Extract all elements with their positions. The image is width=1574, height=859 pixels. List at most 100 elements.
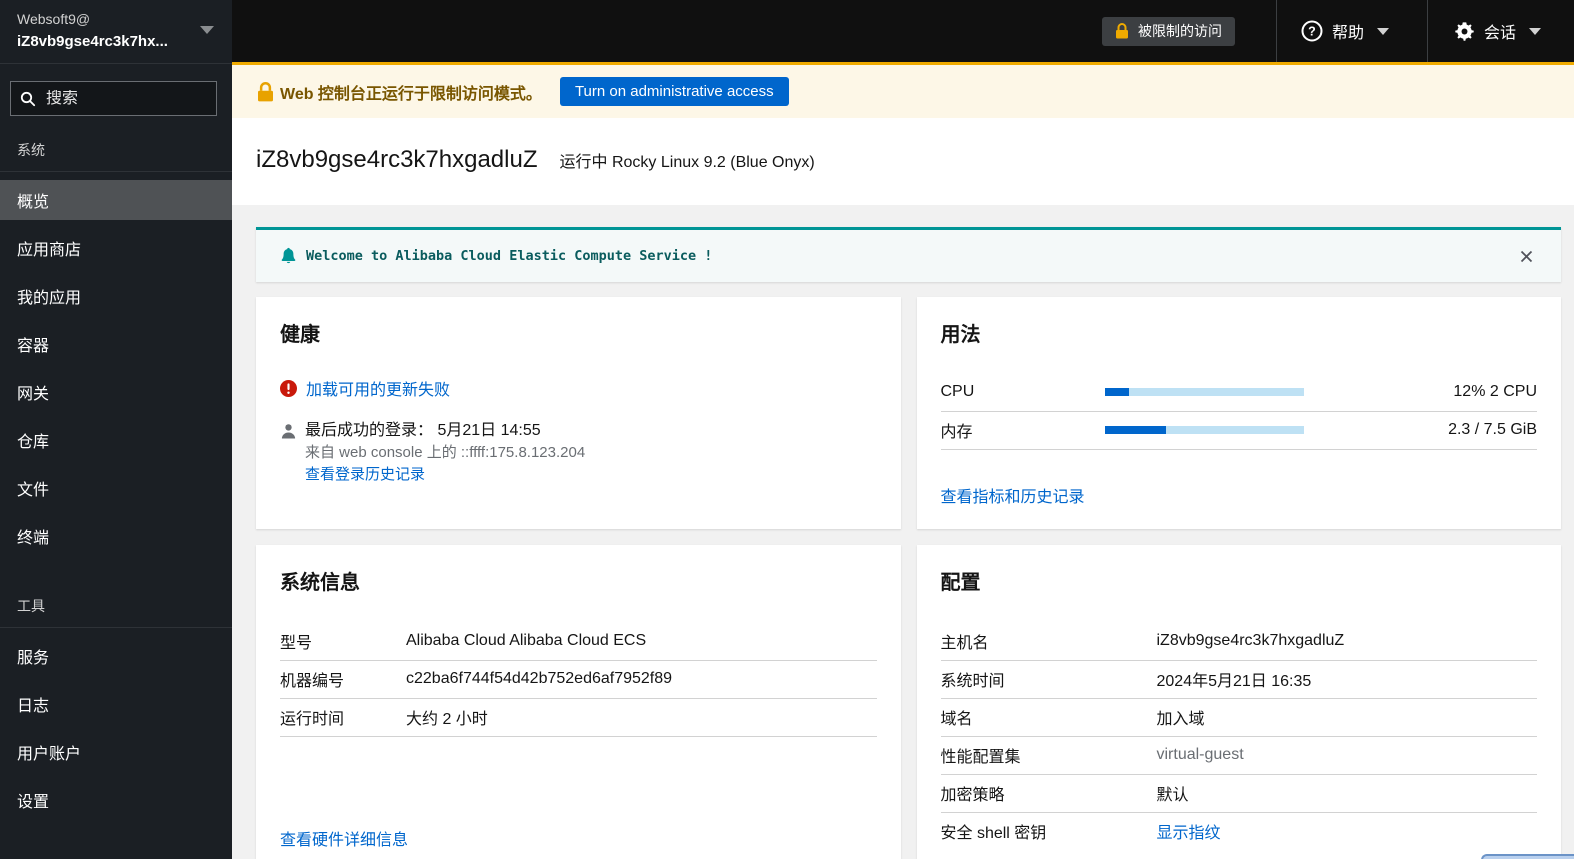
usage-card-title: 用法 [940, 324, 981, 346]
tooltip-artifact [1481, 854, 1574, 859]
turn-on-admin-access-button[interactable]: Turn on administrative access [559, 77, 789, 106]
ssh-keys-label: 安全 shell 密钥 [940, 825, 1047, 843]
sidebar-item-logs[interactable]: 日志 [0, 684, 232, 724]
usage-card: 用法 CPU 12% 2 CPU 内存 2.3 / 7.5 GiB 查看指标和历… [916, 297, 1561, 529]
help-icon: ? [1301, 20, 1323, 42]
sidebar-item-services[interactable]: 服务 [0, 636, 232, 676]
table-row: 系统时间 2024年5月21日 16:35 [940, 660, 1537, 699]
session-menu[interactable]: 会话 [1428, 0, 1574, 62]
app: Websoft9@ iZ8vb9gse4rc3k7hx... 系统 概览 应用商… [0, 0, 1574, 859]
gear-icon [1455, 21, 1474, 41]
crypto-policy-value: 默认 [1156, 774, 1537, 813]
hostname-label: 主机名 [940, 622, 1157, 661]
session-label: 会话 [1483, 25, 1516, 42]
content: Welcome to Alibaba Cloud Elastic Compute… [232, 205, 1574, 859]
crypto-policy-label: 加密策略 [940, 774, 1157, 813]
show-fingerprints-link[interactable]: 显示指纹 [1157, 825, 1221, 842]
system-time-label: 系统时间 [940, 660, 1157, 699]
performance-profile-label: 性能配置集 [940, 736, 1157, 775]
nav-section-title-system: 系统 [0, 142, 232, 172]
uptime-label: 运行时间 [280, 698, 406, 737]
domain-label: 域名 [940, 698, 1157, 737]
hardware-details-link[interactable]: 查看硬件详细信息 [280, 826, 408, 850]
restricted-access-badge[interactable]: 被限制的访问 [1101, 16, 1235, 46]
configuration-card-title: 配置 [940, 572, 981, 594]
sidebar-item-accounts[interactable]: 用户账户 [0, 732, 232, 772]
usage-cpu-label: CPU [940, 373, 1105, 412]
limited-access-message: Web 控制台正运行于限制访问模式。 [280, 85, 542, 103]
table-row: 主机名 iZ8vb9gse4rc3k7hxgadluZ [940, 622, 1537, 661]
search-input[interactable] [46, 89, 208, 108]
lock-icon [258, 81, 273, 101]
memory-progressbar [1104, 411, 1305, 450]
brand-username: Websoft9@ [17, 11, 91, 27]
svg-text:?: ? [1308, 25, 1316, 39]
host-switcher[interactable]: Websoft9@ iZ8vb9gse4rc3k7hx... [0, 0, 232, 64]
page-title-hostname: iZ8vb9gse4rc3k7hxgadluZ [256, 146, 538, 173]
bell-icon [281, 247, 296, 264]
page-header: iZ8vb9gse4rc3k7hxgadluZ 运行中 Rocky Linux … [232, 118, 1574, 205]
sidebar-item-containers[interactable]: 容器 [0, 324, 232, 364]
machine-id-value: c22ba6f744f54d42b752ed6af7952f89 [406, 660, 877, 699]
brand-hostname: iZ8vb9gse4rc3k7hx... [17, 33, 168, 50]
usage-memory-label: 内存 [940, 411, 1105, 450]
masthead: 被限制的访问 ? 帮助 会话 [232, 0, 1574, 65]
model-label: 型号 [280, 622, 406, 661]
sidebar-item-files[interactable]: 文件 [0, 468, 232, 508]
table-row: 性能配置集 virtual-guest [940, 736, 1537, 775]
nav-section-system: 系统 概览 应用商店 我的应用 容器 网关 仓库 文件 终端 [0, 142, 232, 556]
health-card: 健康 加载可用的更新失败 最后成功的登录： 5月21日 14:55 来自 web… [256, 297, 901, 529]
chevron-down-icon [1529, 27, 1541, 35]
domain-value: 加入域 [1156, 698, 1537, 737]
last-login-line: 最后成功的登录： 5月21日 14:55 [305, 422, 541, 439]
uptime-value: 大约 2 小时 [406, 698, 877, 737]
configuration-table: 主机名 iZ8vb9gse4rc3k7hxgadluZ 系统时间 2024年5月… [940, 622, 1538, 850]
chevron-down-icon [1376, 27, 1389, 35]
table-row: 运行时间 大约 2 小时 [280, 698, 877, 737]
model-value: Alibaba Cloud Alibaba Cloud ECS [406, 622, 877, 661]
update-failure-link[interactable]: 加载可用的更新失败 [306, 376, 450, 400]
table-row: 域名 加入域 [940, 698, 1537, 737]
sidebar-item-repository[interactable]: 仓库 [0, 420, 232, 460]
help-menu[interactable]: ? 帮助 [1277, 0, 1427, 62]
nav-section-title-tools: 工具 [0, 598, 232, 628]
performance-profile-value: virtual-guest [1156, 736, 1537, 775]
user-icon [281, 424, 296, 439]
system-time-value: 2024年5月21日 16:35 [1156, 660, 1537, 699]
sidebar-item-my-apps[interactable]: 我的应用 [0, 276, 232, 316]
sidebar-item-terminal[interactable]: 终端 [0, 516, 232, 556]
nav-section-tools: 工具 服务 日志 用户账户 设置 [0, 598, 232, 820]
main: 被限制的访问 ? 帮助 会话 Web 控制台正运行于限制访问模式。 Turn o… [232, 0, 1574, 859]
table-row: 安全 shell 密钥 显示指纹 [941, 812, 1538, 850]
error-icon [280, 379, 297, 397]
sidebar-item-settings[interactable]: 设置 [0, 780, 232, 820]
sidebar-search[interactable] [10, 81, 217, 116]
search-icon [20, 91, 36, 106]
help-label: 帮助 [1331, 25, 1364, 42]
usage-table: CPU 12% 2 CPU 内存 2.3 / 7.5 GiB [940, 373, 1537, 450]
sidebar-item-gateway[interactable]: 网关 [0, 372, 232, 412]
chevron-down-icon [200, 26, 214, 34]
welcome-alert: Welcome to Alibaba Cloud Elastic Compute… [256, 227, 1561, 282]
login-origin: 来自 web console 上的 ::ffff:175.8.123.204 [305, 444, 586, 461]
running-state: 运行中 [559, 154, 608, 171]
metrics-history-link[interactable]: 查看指标和历史记录 [941, 483, 1085, 507]
sidebar-item-overview[interactable]: 概览 [0, 180, 232, 220]
sidebar-item-app-store[interactable]: 应用商店 [0, 228, 232, 268]
page-subtitle: 运行中 Rocky Linux 9.2 (Blue Onyx) [560, 148, 815, 172]
sidebar: Websoft9@ iZ8vb9gse4rc3k7hx... 系统 概览 应用商… [0, 0, 232, 859]
system-info-table: 型号 Alibaba Cloud Alibaba Cloud ECS 机器编号 … [280, 622, 877, 737]
card-grid: 健康 加载可用的更新失败 最后成功的登录： 5月21日 14:55 来自 web… [256, 297, 1561, 859]
sidebar-nav: 系统 概览 应用商店 我的应用 容器 网关 仓库 文件 终端 工具 服务 日志 … [0, 142, 232, 828]
table-row: 加密策略 默认 [940, 774, 1537, 813]
hostname-value: iZ8vb9gse4rc3k7hxgadluZ [1156, 622, 1537, 661]
alert-close-button[interactable] [1517, 247, 1536, 266]
login-history-link[interactable]: 查看登录历史记录 [305, 466, 425, 483]
cpu-progressbar [1104, 373, 1305, 412]
restricted-access-label: 被限制的访问 [1137, 23, 1222, 39]
usage-row-memory: 内存 2.3 / 7.5 GiB [940, 411, 1537, 450]
close-icon [1520, 250, 1533, 262]
os-name: Rocky Linux 9.2 (Blue Onyx) [611, 154, 815, 171]
usage-memory-value: 2.3 / 7.5 GiB [1304, 411, 1537, 450]
usage-cpu-value: 12% 2 CPU [1304, 373, 1537, 412]
